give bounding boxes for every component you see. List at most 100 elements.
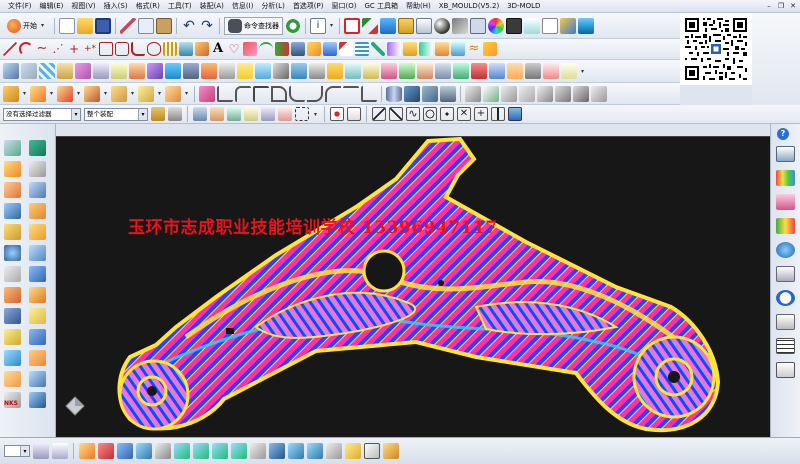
- split-body-icon[interactable]: [138, 85, 154, 102]
- sew-icon[interactable]: [219, 63, 235, 79]
- menu-view[interactable]: 视图(V): [67, 0, 99, 13]
- surface-more-icon[interactable]: [561, 63, 577, 79]
- intersect-curve-icon[interactable]: [307, 42, 321, 56]
- scale-body-icon[interactable]: [271, 85, 287, 102]
- divide-face-icon[interactable]: [435, 63, 451, 79]
- face-blend-icon[interactable]: [255, 63, 271, 79]
- patch-icon[interactable]: [453, 63, 469, 79]
- transform-icon[interactable]: [98, 443, 114, 459]
- move-object-icon[interactable]: [380, 17, 396, 34]
- bridge-curve-icon[interactable]: [259, 42, 273, 56]
- select-feature-icon[interactable]: [193, 107, 207, 121]
- chamfer-icon[interactable]: [217, 85, 233, 102]
- wireframe-icon[interactable]: [470, 17, 486, 34]
- list-icon[interactable]: [776, 338, 795, 354]
- edit-curve-icon[interactable]: [483, 42, 497, 56]
- selection-settings-icon[interactable]: [151, 107, 165, 121]
- offset-curve-icon[interactable]: [195, 42, 209, 56]
- unite-icon[interactable]: [30, 85, 46, 102]
- resize-blend-icon[interactable]: [307, 85, 323, 102]
- select-component-icon[interactable]: [278, 107, 292, 121]
- point-icon[interactable]: +: [67, 42, 81, 56]
- through-curves-icon[interactable]: [21, 63, 37, 79]
- layer-icon[interactable]: [776, 146, 795, 162]
- view-triad-icon[interactable]: [64, 395, 86, 417]
- bridge-surface-icon[interactable]: [291, 63, 307, 79]
- trimmed-sheet-icon[interactable]: [201, 63, 217, 79]
- replace-face-icon[interactable]: [289, 85, 305, 102]
- polygon-icon[interactable]: [115, 42, 129, 56]
- info-icon[interactable]: i: [310, 17, 326, 34]
- trim-body-icon[interactable]: [111, 85, 127, 102]
- reuse-library-icon[interactable]: [4, 203, 21, 219]
- stretch-curve-icon[interactable]: [419, 42, 433, 56]
- heart-curve-icon[interactable]: ♡: [227, 42, 241, 56]
- intersect-icon[interactable]: [84, 85, 100, 102]
- tube-icon[interactable]: [29, 245, 46, 261]
- snap-line-icon[interactable]: [372, 107, 386, 121]
- web-browser-icon[interactable]: [4, 245, 21, 261]
- snap-quadrant-icon[interactable]: [440, 107, 454, 121]
- through-curve-mesh-icon[interactable]: [39, 63, 55, 79]
- n-sided-surface-icon[interactable]: [111, 63, 127, 79]
- pull-face-icon[interactable]: [361, 85, 377, 102]
- menu-insert[interactable]: 插入(S): [100, 0, 132, 13]
- emboss-icon[interactable]: [483, 85, 499, 102]
- groove-icon[interactable]: [501, 85, 517, 102]
- spline-icon[interactable]: ∼: [35, 42, 49, 56]
- refresh-icon[interactable]: [285, 17, 301, 34]
- point-set-icon[interactable]: ⋰: [51, 42, 65, 56]
- edit-object-display-icon[interactable]: [524, 17, 540, 34]
- shaded-sphere-icon[interactable]: [434, 17, 450, 34]
- text-icon[interactable]: A: [211, 42, 225, 56]
- extract-geometry-icon[interactable]: [29, 203, 46, 219]
- select-curve-icon[interactable]: [244, 107, 258, 121]
- trim-curve-icon[interactable]: [371, 42, 385, 56]
- rectangle-select-icon[interactable]: [295, 107, 309, 121]
- studio-render-icon[interactable]: [578, 17, 594, 34]
- select-face-icon[interactable]: [227, 107, 241, 121]
- isoparametric-icon[interactable]: [355, 42, 369, 56]
- chevron-down-icon[interactable]: ▾: [21, 90, 28, 97]
- chevron-down-icon[interactable]: ▾: [183, 90, 190, 97]
- help-icon[interactable]: ?: [777, 128, 789, 140]
- thread-icon[interactable]: [537, 85, 553, 102]
- snap-intersection-icon[interactable]: ✕: [457, 107, 471, 121]
- menu-3d-mold[interactable]: 3D-MOLD: [503, 0, 544, 13]
- view-section-icon[interactable]: [560, 17, 576, 34]
- extract-curve-icon[interactable]: [339, 42, 353, 56]
- datum-csys-icon[interactable]: [29, 371, 46, 387]
- product-outline-icon[interactable]: [326, 443, 342, 459]
- weight-management-icon[interactable]: [307, 443, 323, 459]
- section-curve-icon[interactable]: [323, 42, 337, 56]
- menu-file[interactable]: 文件(F): [4, 0, 36, 13]
- draft-body-icon[interactable]: [555, 85, 571, 102]
- thicken-icon[interactable]: [237, 63, 253, 79]
- system-visual-icon[interactable]: [776, 266, 795, 282]
- menu-information[interactable]: 信息(I): [228, 0, 258, 13]
- wave-link-icon[interactable]: [117, 443, 133, 459]
- snap-point-on-curve-icon[interactable]: [491, 107, 505, 121]
- sweep-along-guide-icon[interactable]: [29, 224, 46, 240]
- snip-surface-icon[interactable]: [417, 63, 433, 79]
- show-degrees-icon[interactable]: [212, 443, 228, 459]
- datum-plane-icon[interactable]: [29, 329, 46, 345]
- control-arm-part[interactable]: [56, 137, 770, 437]
- properties-icon[interactable]: [776, 362, 795, 378]
- clearance-analysis-icon[interactable]: [269, 443, 285, 459]
- wcs-icon[interactable]: [362, 17, 378, 34]
- brush-icon[interactable]: [404, 85, 420, 102]
- redo-icon[interactable]: ↷: [199, 18, 215, 34]
- enlarge-icon[interactable]: [363, 63, 379, 79]
- unite-body-icon[interactable]: [79, 443, 95, 459]
- arc-icon[interactable]: [19, 42, 33, 56]
- snap-endpoint-icon[interactable]: [330, 107, 344, 121]
- reuse-library-icon[interactable]: [776, 218, 795, 234]
- constraint-navigator-icon[interactable]: [4, 182, 21, 198]
- snap-point-icon[interactable]: [344, 17, 360, 34]
- ellipse-icon[interactable]: [147, 42, 161, 56]
- fillet-curve-icon[interactable]: [131, 42, 145, 56]
- slot-icon[interactable]: [519, 85, 535, 102]
- select-body-icon[interactable]: [210, 107, 224, 121]
- wrap-geometry-icon[interactable]: [489, 63, 505, 79]
